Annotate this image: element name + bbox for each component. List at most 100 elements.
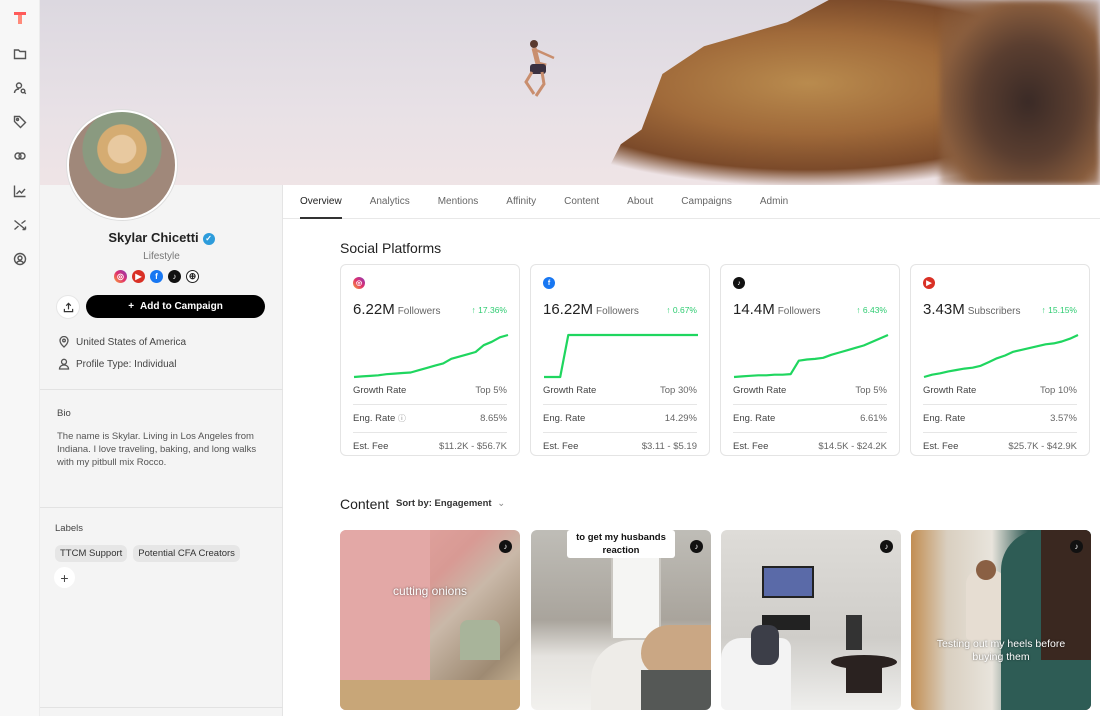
sort-label: Sort by: Engagement [396,498,492,509]
platform-card-facebook[interactable]: f 16.22M Followers ↑ 0.67% Growth Rate Top… [530,264,710,456]
est-fee-label: Est. Fee [353,441,389,452]
growth-change: ↑ 0.67% [666,305,697,315]
growth-rate-value: Top 30% [660,385,697,396]
banner-rock-blur [940,0,1100,185]
tag-icon[interactable] [10,112,30,132]
est-fee-row: Est. Fee $25.7K - $42.9K [923,441,1077,452]
facebook-icon[interactable]: f [150,270,163,283]
count-value: 16.22M [543,301,594,318]
divider [543,432,697,433]
facebook-icon: f [543,277,555,289]
growth-rate-label: Growth Rate [543,385,597,396]
eng-rate-row: Eng. Rate ⓘ 8.65% [353,413,507,424]
tiktok-icon: ♪ [690,540,703,553]
platform-card-instagram[interactable]: ◎ 6.22M Followers ↑ 17.36% Growth Rate Top… [340,264,520,456]
est-fee-row: Est. Fee $3.11 - $5.19 [543,441,697,452]
instagram-icon: ◎ [353,277,365,289]
sparkline-path [923,333,1079,379]
info-icon[interactable]: ⓘ [398,414,406,423]
tab-analytics[interactable]: Analytics [370,185,410,219]
creator-name-text: Skylar Chicetti [108,230,199,245]
follower-count: 16.22M Followers [543,301,639,318]
globe-icon[interactable]: ⊕ [186,270,199,283]
tab-admin[interactable]: Admin [760,185,788,219]
app-logo[interactable] [10,8,30,28]
tab-content[interactable]: Content [564,185,599,219]
growth-rate-label: Growth Rate [923,385,977,396]
labels-list: TTCM Support Potential CFA Creators [55,545,240,562]
count-unit: Subscribers [967,306,1021,317]
shuffle-icon[interactable] [10,215,30,235]
tiktok-icon[interactable]: ♪ [168,270,181,283]
tab-about[interactable]: About [627,185,653,219]
count-unit: Followers [596,306,639,317]
eng-rate-label: Eng. Rate [543,413,585,424]
sort-dropdown[interactable]: Sort by: Engagement ⌄ [396,498,505,509]
instagram-icon[interactable]: ◎ [114,270,127,283]
est-fee-label: Est. Fee [733,441,769,452]
user-icon [58,358,70,370]
count-value: 14.4M [733,301,775,318]
tab-mentions[interactable]: Mentions [438,185,479,219]
count-value: 3.43M [923,301,965,318]
eng-rate-label: Eng. Rate ⓘ [353,413,406,424]
content-item[interactable]: to get my husbands reaction ♪ [531,530,711,710]
profile-type: Profile Type: Individual [58,358,176,370]
label-chip[interactable]: TTCM Support [55,545,128,562]
est-fee-value: $14.5K - $24.2K [818,441,887,452]
platform-card-tiktok[interactable]: ♪ 14.4M Followers ↑ 6.43% Growth Rate Top … [720,264,900,456]
youtube-icon[interactable]: ▶ [132,270,145,283]
tiktok-icon: ♪ [733,277,745,289]
growth-rate-label: Growth Rate [353,385,407,396]
label-chip[interactable]: Potential CFA Creators [133,545,240,562]
est-fee-value: $25.7K - $42.9K [1008,441,1077,452]
growth-change: ↑ 6.43% [856,305,887,315]
user-circle-icon[interactable] [10,249,30,269]
divider [353,432,507,433]
eng-rate-value: 3.57% [1050,413,1077,424]
eng-rate-row: Eng. Rate 3.57% [923,413,1077,424]
est-fee-label: Est. Fee [923,441,959,452]
eng-rate-label: Eng. Rate [923,413,965,424]
follower-count: 6.22M Followers [353,301,441,318]
tiktok-icon: ♪ [880,540,893,553]
chart-line-icon[interactable] [10,181,30,201]
follower-count: 14.4M Followers [733,301,821,318]
add-to-campaign-button[interactable]: + Add to Campaign [86,295,265,318]
banner-jumper [524,40,555,97]
divider [923,432,1077,433]
est-fee-label: Est. Fee [543,441,579,452]
map-pin-icon [59,336,69,348]
location-text: United States of America [76,336,187,348]
content-item[interactable]: ♪ [721,530,901,710]
tab-affinity[interactable]: Affinity [506,185,536,219]
tab-overview[interactable]: Overview [300,185,342,219]
growth-rate-value: Top 5% [475,385,507,396]
location: United States of America [58,336,186,348]
eng-rate-label-text: Eng. Rate [353,413,396,424]
folder-icon[interactable] [10,44,30,64]
platform-card-youtube[interactable]: ▶ 3.43M Subscribers ↑ 15.15% Growth Rate T… [910,264,1090,456]
tab-campaigns[interactable]: Campaigns [681,185,732,219]
divider [733,404,887,405]
profile-type-text: Profile Type: Individual [76,358,177,370]
share-button[interactable] [56,295,80,319]
divider [733,432,887,433]
divider [40,507,283,508]
growth-change: ↑ 17.36% [471,305,507,315]
add-label-button[interactable]: + [54,567,75,588]
eng-rate-value: 6.61% [860,413,887,424]
content-item[interactable]: Testing out my heels before buying them … [911,530,1091,710]
profile-banner [40,0,1100,185]
profile-tabs: Overview Analytics Mentions Affinity Con… [283,185,1100,219]
social-platforms-heading: Social Platforms [340,240,442,256]
content-caption: to get my husbands reaction [567,530,675,558]
bio-heading: Bio [57,408,71,419]
divider [40,707,283,708]
divider [353,404,507,405]
content-item[interactable]: cutting onions ♪ [340,530,520,710]
user-search-icon[interactable] [10,78,30,98]
sparkline-path [353,333,509,379]
plus-icon: + [128,301,135,312]
link-icon[interactable] [10,146,30,166]
